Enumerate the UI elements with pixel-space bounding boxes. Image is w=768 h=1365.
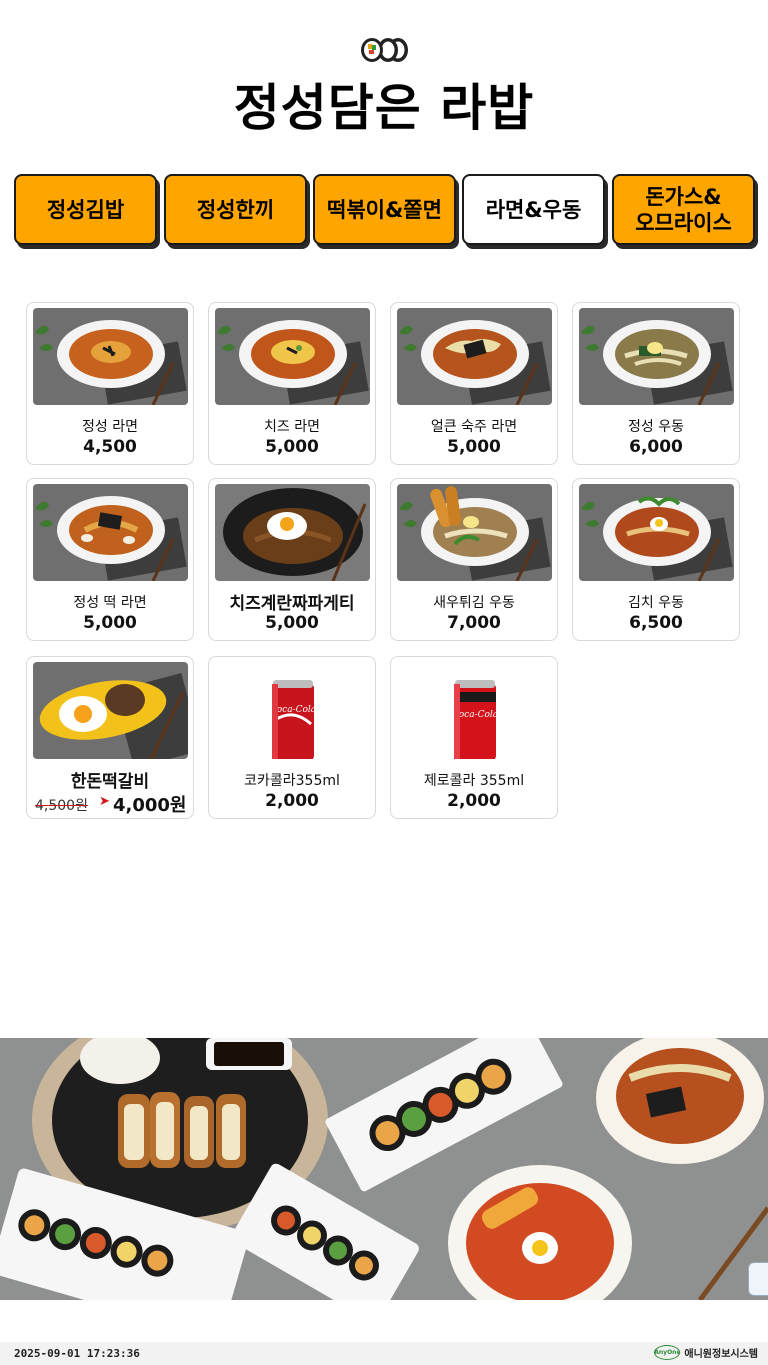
menu-item-coca-cola[interactable]: Coca-Cola 코카콜라355ml 2,000: [208, 656, 376, 819]
menu-item-coke-zero[interactable]: Coca-Cola 제로콜라 355ml 2,000: [390, 656, 558, 819]
shrimp-tempura-udon-bowl-image: [397, 484, 552, 581]
tab-gimbap[interactable]: 정성김밥: [14, 174, 157, 245]
menu-item-name: 김치 우동: [628, 595, 684, 611]
menu-item-name: 새우튀김 우동: [433, 595, 515, 611]
menu-item-price: 4,500: [83, 437, 137, 457]
tab-ramen-udon[interactable]: 라면&우동: [462, 174, 605, 245]
menu-item-price: 6,000: [629, 437, 683, 457]
menu-item-price: 7,000: [447, 613, 501, 633]
menu-grid: 정성 라면 4,500 치즈 라면 5,000 얼큰 숙주 라면 5,000 정…: [26, 302, 742, 822]
jjapaghetti-egg-bowl-image: [215, 484, 370, 581]
menu-item-name: 제로콜라 355ml: [423, 773, 525, 789]
price-arrow-icon: ➤: [99, 794, 110, 809]
menu-item-price: 4,000원: [113, 795, 187, 816]
store-title: 정성담은 라밥: [233, 78, 535, 137]
rice-cake-ramen-bowl-image: [33, 484, 188, 581]
coke-zero-can-image: Coca-Cola: [397, 662, 552, 759]
tab-tteokbokki[interactable]: 떡볶이&쫄면: [313, 174, 456, 245]
menu-item-shrimp-tempura-udon[interactable]: 새우튀김 우동 7,000: [390, 478, 558, 641]
menu-item-jeongseong-ramen[interactable]: 정성 라면 4,500: [26, 302, 194, 465]
tab-meal[interactable]: 정성한끼: [164, 174, 307, 245]
menu-item-handon-tteokgalbi[interactable]: 한돈떡갈비 4,500원 ➤ 4,000원: [26, 656, 194, 819]
side-panel-handle-icon[interactable]: [748, 1262, 768, 1296]
menu-item-cheese-ramen[interactable]: 치즈 라면 5,000: [208, 302, 376, 465]
udon-bowl-image: [579, 308, 734, 405]
kimchi-udon-bowl-image: [579, 484, 734, 581]
menu-item-name: 정성 떡 라면: [73, 595, 147, 611]
gimbap-roll-icon: [361, 38, 408, 62]
menu-item-price: 5,000: [83, 613, 137, 633]
menu-item-name: 코카콜라355ml: [244, 773, 340, 789]
menu-item-price: 6,500: [629, 613, 683, 633]
menu-item-beansprout-ramen[interactable]: 얼큰 숙주 라면 5,000: [390, 302, 558, 465]
menu-item-price: 5,000: [447, 437, 501, 457]
menu-item-name: 정성 라면: [82, 419, 138, 435]
menu-item-name: 얼큰 숙주 라면: [430, 419, 518, 435]
coca-cola-can-image: Coca-Cola: [215, 662, 370, 759]
footer: 2025-09-01 17:23:36 AnyOne 애니원정보시스템: [0, 1342, 768, 1365]
menu-item-name: 정성 우동: [628, 419, 684, 435]
menu-item-price: 5,000: [265, 437, 319, 457]
brand-logo: AnyOne 애니원정보시스템: [654, 1345, 758, 1360]
food-banner-image: [0, 1038, 768, 1300]
menu-item-price: 5,000: [265, 613, 319, 633]
beansprout-ramen-bowl-image: [397, 308, 552, 405]
brand-mark-icon: AnyOne: [654, 1345, 681, 1360]
menu-item-kimchi-udon[interactable]: 김치 우동 6,500: [572, 478, 740, 641]
tab-donkatsu-omurice[interactable]: 돈가스& 오므라이스: [612, 174, 755, 245]
brand-name: 애니원정보시스템: [684, 1349, 758, 1360]
menu-item-name: 치즈계란짜파게티: [229, 594, 355, 614]
ramen-bowl-image: [33, 308, 188, 405]
header: 정성담은 라밥: [0, 0, 768, 160]
menu-item-cheese-egg-jjapaghetti[interactable]: 치즈계란짜파게티 5,000: [208, 478, 376, 641]
menu-item-jeongseong-udon[interactable]: 정성 우동 6,000: [572, 302, 740, 465]
timestamp: 2025-09-01 17:23:36: [14, 1347, 140, 1360]
cheese-ramen-bowl-image: [215, 308, 370, 405]
category-tabs: 정성김밥 정성한끼 떡볶이&쫄면 라면&우동 돈가스& 오므라이스: [14, 174, 756, 246]
menu-item-price: 2,000: [265, 791, 319, 811]
menu-item-price: 2,000: [447, 791, 501, 811]
menu-item-name: 한돈떡갈비: [70, 772, 150, 792]
menu-item-rice-cake-ramen[interactable]: 정성 떡 라면 5,000: [26, 478, 194, 641]
menu-item-old-price: 4,500원: [35, 798, 88, 814]
tteokgalbi-plate-image: [33, 662, 188, 759]
menu-item-name: 치즈 라면: [264, 419, 320, 435]
